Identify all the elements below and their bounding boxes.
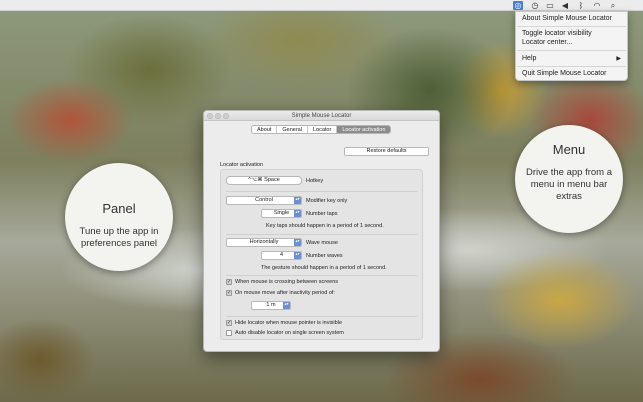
divider (226, 234, 417, 235)
auto-disable-checkbox[interactable] (226, 330, 232, 336)
volume-icon[interactable]: ◀ (560, 1, 570, 10)
preferences-window: Simple Mouse Locator About General Locat… (203, 110, 440, 352)
hotkey-field[interactable]: ^⌥⌘ Space (226, 176, 302, 185)
menu-item-center[interactable]: Locator center... (522, 39, 572, 46)
hotkey-label: Hotkey (306, 178, 324, 184)
modifier-key-value: Control (255, 197, 273, 203)
menu-callout: Menu Drive the app from a menu in menu b… (515, 125, 623, 233)
window-title: Simple Mouse Locator (291, 113, 352, 119)
display-icon[interactable]: ▭ (545, 1, 555, 10)
divider (226, 316, 417, 317)
crossing-screens-label: When mouse is crossing between screens (235, 279, 339, 285)
gesture-select[interactable]: Horizontally ▴▾ (226, 238, 302, 247)
title-bar[interactable]: Simple Mouse Locator (204, 111, 439, 121)
menu-bar: ◎ ◷ ▭ ◀ ᛒ ◠ ⌕ (0, 0, 643, 11)
waves-value: 4 (279, 252, 284, 258)
restore-defaults-button[interactable]: Restore defaults (344, 147, 429, 156)
locator-icon[interactable]: ◎ (513, 1, 523, 10)
chevron-updown-icon: ▴▾ (294, 239, 301, 246)
chevron-updown-icon: ▴▾ (294, 252, 301, 259)
menu-item-toggle[interactable]: Toggle locator visibility (522, 30, 592, 37)
activation-panel: ^⌥⌘ Space Hotkey Control ▴▾ Modifier key… (220, 169, 423, 340)
menu-separator (517, 50, 626, 51)
modifier-key-label: Modifier key only (306, 198, 348, 204)
inactivity-label: On mouse move after inactivity period of… (235, 290, 335, 296)
tab-about[interactable]: About (252, 126, 278, 133)
section-title: Locator activation (220, 162, 264, 168)
panel-callout-desc: Tune up the app in preferences panel (79, 226, 159, 249)
submenu-arrow-icon: ▶ (616, 56, 621, 62)
panel-callout-title: Panel (102, 201, 136, 216)
menu-callout-title: Menu (552, 142, 586, 157)
crossing-screens-checkbox[interactable]: ✓ (226, 279, 232, 285)
inactivity-checkbox[interactable]: ✓ (226, 290, 232, 296)
tab-general[interactable]: General (277, 126, 308, 133)
tab-bar: About General Locator Locator activation (251, 125, 392, 134)
menu-separator (517, 26, 626, 27)
taps-note: Key taps should happen in a period of 1 … (266, 223, 384, 229)
gesture-value: Horizontally (249, 239, 279, 245)
app-menu: About Simple Mouse Locator Toggle locato… (515, 11, 628, 81)
inactivity-period-value: 1 m (266, 302, 276, 308)
menu-item-help[interactable]: Help (522, 55, 536, 62)
modifier-key-select[interactable]: Control ▴▾ (226, 196, 302, 205)
divider (226, 191, 417, 192)
search-icon[interactable]: ⌕ (608, 1, 618, 10)
bluetooth-icon[interactable]: ᛒ (576, 1, 586, 10)
menu-item-about[interactable]: About Simple Mouse Locator (522, 15, 612, 22)
chevron-updown-icon: ▴▾ (294, 210, 301, 217)
menu-item-quit[interactable]: Quit Simple Mouse Locator (522, 70, 606, 77)
chevron-updown-icon: ▴▾ (283, 302, 290, 309)
gesture-label: Wave mouse (306, 240, 338, 246)
taps-select[interactable]: Single ▴▾ (261, 209, 302, 218)
hide-locator-checkbox[interactable]: ✓ (226, 320, 232, 326)
clock-icon[interactable]: ◷ (530, 1, 540, 10)
waves-label: Number waves (306, 253, 343, 259)
gesture-note: The gesture should happen in a period of… (261, 265, 387, 271)
menu-callout-desc: Drive the app from a menu in menu bar ex… (525, 167, 613, 202)
hide-locator-label: Hide locator when mouse pointer is invis… (235, 320, 342, 326)
tab-locator-activation[interactable]: Locator activation (337, 126, 391, 133)
taps-value: Single (273, 210, 290, 216)
chevron-updown-icon: ▴▾ (294, 197, 301, 204)
tab-locator[interactable]: Locator (308, 126, 338, 133)
panel-callout: Panel Tune up the app in preferences pan… (65, 163, 173, 271)
inactivity-period-select[interactable]: 1 m ▴▾ (251, 301, 291, 310)
taps-label: Number taps (306, 211, 338, 217)
wifi-icon[interactable]: ◠ (592, 1, 602, 10)
menu-separator (517, 66, 626, 67)
divider (226, 275, 417, 276)
auto-disable-label: Auto disable locator on single screen sy… (235, 330, 344, 336)
waves-stepper[interactable]: 4 ▴▾ (261, 251, 302, 260)
